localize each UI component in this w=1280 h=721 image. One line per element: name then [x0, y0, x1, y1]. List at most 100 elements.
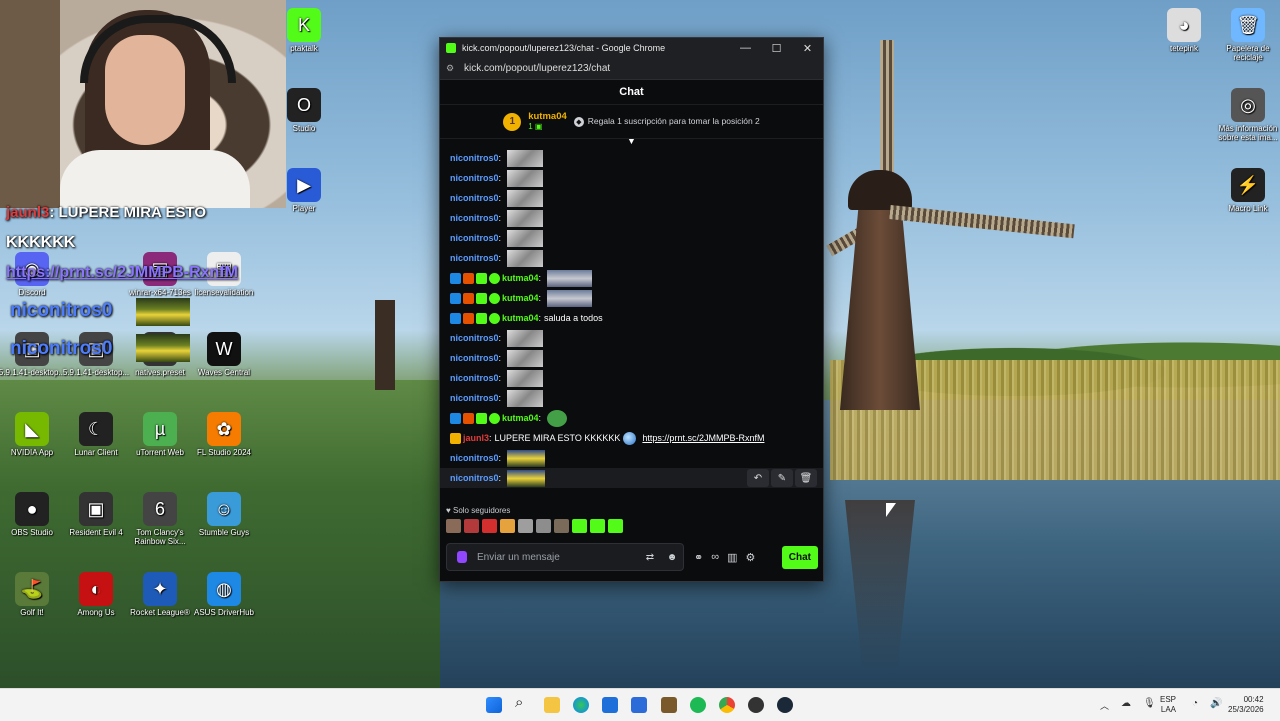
emote-button[interactable]	[536, 519, 551, 533]
link-icon[interactable]: ∞	[711, 551, 719, 563]
emote-button[interactable]	[518, 519, 533, 533]
chat-username[interactable]: niconitros0	[450, 233, 499, 243]
chat-link[interactable]: https://prnt.sc/2JMMPB-RxnfM	[642, 433, 764, 443]
chat-message[interactable]: niconitros0: ↶ ✎ 🗑	[440, 468, 823, 488]
window-titlebar[interactable]: kick.com/popout/luperez123/chat - Google…	[440, 38, 823, 58]
chat-username[interactable]: niconitros0	[450, 153, 499, 163]
desktop-icon[interactable]: ◣ NVIDIA App	[0, 412, 68, 457]
language-indicator[interactable]: ESP LAA	[1160, 695, 1176, 715]
store-app-icon[interactable]	[602, 697, 618, 713]
chat-message[interactable]: niconitros0:	[440, 248, 823, 268]
steam-icon[interactable]	[777, 697, 793, 713]
start-icon[interactable]	[486, 697, 502, 713]
chat-message[interactable]: niconitros0:	[440, 168, 823, 188]
chat-message[interactable]: jaunl3: LUPERE MIRA ESTO KKKKKK https://pr…	[440, 428, 823, 448]
chat-username[interactable]: niconitros0	[450, 393, 499, 403]
desktop-icon[interactable]: ◎ Más información sobre esta ima...	[1212, 88, 1280, 142]
outlook-icon[interactable]	[631, 697, 647, 713]
emote-button[interactable]	[482, 519, 497, 533]
tray-overflow-icon[interactable]: ︿	[1100, 699, 1109, 712]
emoji-icon[interactable]: ☻	[661, 552, 683, 563]
reply-icon[interactable]: ↶	[747, 469, 769, 487]
chat-message[interactable]: niconitros0:	[440, 448, 823, 468]
close-button[interactable]: ✕	[792, 42, 823, 55]
connections-icon[interactable]: ⚭	[694, 551, 703, 564]
chat-message[interactable]: niconitros0:	[440, 228, 823, 248]
volume-icon[interactable]: 🔊	[1210, 698, 1222, 709]
network-tray-icon[interactable]: ☁	[1121, 698, 1131, 709]
desktop-icon[interactable]: ◐ Among Us	[60, 572, 132, 617]
desktop-icon[interactable]: ⚡ Macro Link	[1212, 168, 1280, 213]
chat-message[interactable]: niconitros0:	[440, 208, 823, 228]
desktop-icon[interactable]: ☾ Lunar Client	[60, 412, 132, 457]
minecraft-icon[interactable]	[661, 697, 677, 713]
mic-tray-icon[interactable]: 🎙	[1143, 698, 1156, 709]
maximize-button[interactable]: ☐	[761, 42, 792, 55]
minimize-button[interactable]: —	[730, 42, 761, 54]
chat-message[interactable]: niconitros0:	[440, 328, 823, 348]
desktop-icon[interactable]: 6 Tom Clancy's Rainbow Six...	[124, 492, 196, 546]
desktop-icon[interactable]: ◍ ASUS DriverHub	[188, 572, 260, 617]
pin-icon[interactable]: ✎	[771, 469, 793, 487]
chat-message[interactable]: kutma04:	[440, 408, 823, 428]
chat-message[interactable]: niconitros0:	[440, 148, 823, 168]
chat-username[interactable]: niconitros0	[450, 353, 499, 363]
file-explorer-icon[interactable]	[544, 697, 560, 713]
chat-message[interactable]: kutma04: saluda a todos	[440, 308, 823, 328]
clock[interactable]: 00:42 25/3/2026	[1228, 695, 1264, 715]
delete-icon[interactable]: 🗑	[795, 469, 817, 487]
address-bar[interactable]: ⚙ kick.com/popout/luperez123/chat	[440, 58, 823, 80]
chat-username[interactable]: niconitros0	[450, 253, 499, 263]
desktop-icon[interactable]: 🗑 Papelera de reciclaje	[1212, 8, 1280, 62]
search-icon[interactable]: ⌕	[515, 694, 531, 711]
chat-username[interactable]: kutma04	[502, 293, 539, 303]
settings-icon[interactable]: ⚙	[745, 551, 755, 564]
emote-button[interactable]	[446, 519, 461, 533]
desktop-icon[interactable]: µ uTorrent Web	[124, 412, 196, 457]
emote-button[interactable]	[464, 519, 479, 533]
chat-username[interactable]: niconitros0	[450, 173, 499, 183]
emote-button[interactable]	[590, 519, 605, 533]
edge-icon[interactable]	[573, 697, 589, 713]
chat-messages[interactable]: ▼ niconitros0: niconitros0: niconitros0: ni…	[440, 139, 823, 499]
chat-message[interactable]: kutma04:	[440, 288, 823, 308]
chat-message[interactable]: niconitros0:	[440, 348, 823, 368]
desktop-icon[interactable]: ☺ Stumble Guys	[188, 492, 260, 537]
chat-username[interactable]: niconitros0	[450, 473, 499, 483]
chat-username[interactable]: niconitros0	[450, 333, 499, 343]
store-icon[interactable]: ▥	[727, 551, 737, 564]
desktop-icon[interactable]: ● OBS Studio	[0, 492, 68, 537]
desktop-icon[interactable]: ◕ tetepink	[1148, 8, 1220, 53]
mic-icon[interactable]	[457, 551, 467, 563]
chat-username[interactable]: kutma04	[502, 273, 539, 283]
desktop-icon[interactable]: ✦ Rocket League®	[124, 572, 196, 617]
chat-username[interactable]: niconitros0	[450, 213, 499, 223]
chat-message[interactable]: niconitros0:	[440, 188, 823, 208]
chat-username[interactable]: niconitros0	[450, 453, 499, 463]
chat-message[interactable]: kutma04:	[440, 268, 823, 288]
desktop-icon[interactable]: W Waves Central	[188, 332, 260, 377]
scroll-to-bottom-icon[interactable]: ▼	[626, 139, 637, 147]
chat-username[interactable]: kutma04	[502, 313, 539, 323]
chat-username[interactable]: jaunl3	[463, 433, 489, 443]
chat-username[interactable]: niconitros0	[450, 193, 499, 203]
spotify-icon[interactable]	[690, 697, 706, 713]
chat-message[interactable]: niconitros0:	[440, 388, 823, 408]
emote-button[interactable]	[500, 519, 515, 533]
chat-username[interactable]: niconitros0	[450, 373, 499, 383]
obs-icon[interactable]	[748, 697, 764, 713]
send-chat-button[interactable]: Chat	[781, 545, 818, 569]
desktop-icon[interactable]: ⛳ Golf It!	[0, 572, 68, 617]
translate-icon[interactable]: ⇄	[639, 552, 661, 563]
emote-button[interactable]	[572, 519, 587, 533]
emote-button[interactable]	[608, 519, 623, 533]
desktop-icon[interactable]: ✿ FL Studio 2024	[188, 412, 260, 457]
wifi-icon[interactable]: ◔	[1192, 698, 1198, 709]
gift-cta[interactable]: ◆ Regala 1 suscripción para tomar la posi…	[573, 116, 760, 127]
chat-message[interactable]: niconitros0:	[440, 368, 823, 388]
gift-leaderboard[interactable]: 1 kutma04 1 ▣ ◆ Regala 1 suscripción para…	[440, 105, 823, 139]
desktop-icon[interactable]: ▣ Resident Evil 4	[60, 492, 132, 537]
chat-username[interactable]: kutma04	[502, 413, 539, 423]
emote-button[interactable]	[554, 519, 569, 533]
message-input[interactable]: Enviar un mensaje ⇄ ☻	[446, 543, 684, 571]
